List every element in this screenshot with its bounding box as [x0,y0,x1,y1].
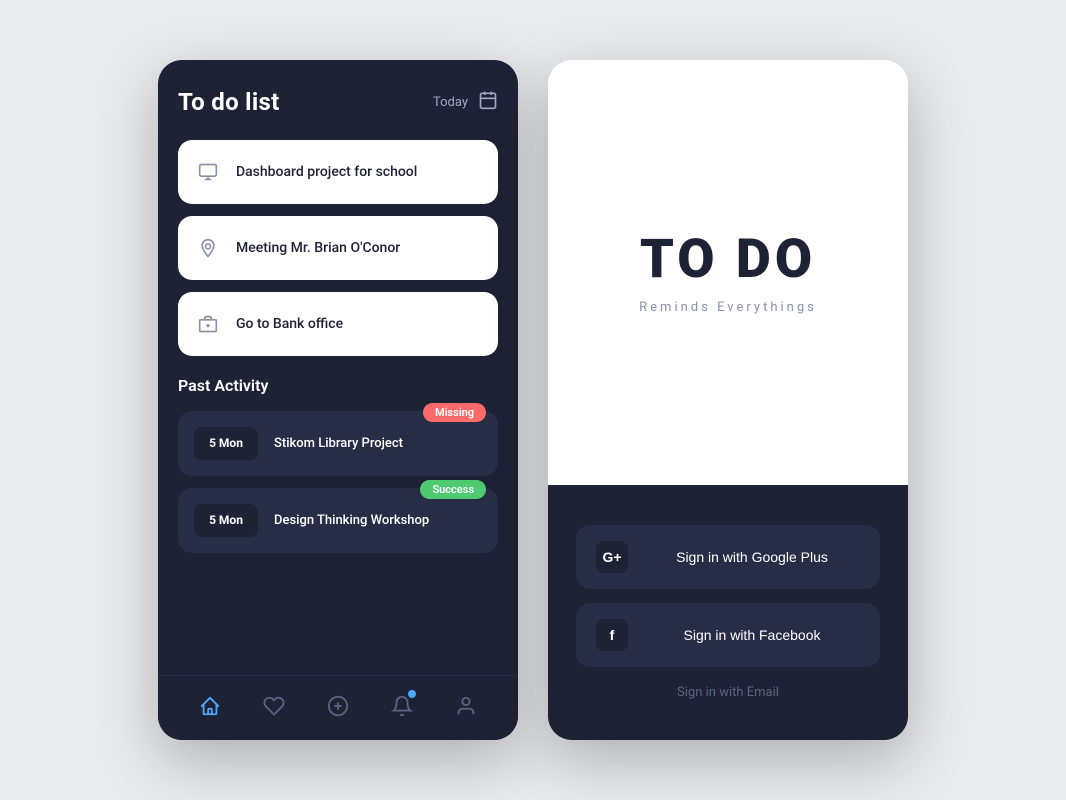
header-row: To do list Today [178,88,498,116]
activity-item-2[interactable]: Success 5 Mon Design Thinking Workshop [178,488,498,553]
activity-item-1[interactable]: Missing 5 Mon Stikom Library Project [178,411,498,476]
bottom-nav [158,675,518,740]
location-icon [194,234,222,262]
todo-item-2[interactable]: Meeting Mr. Brian O'Conor [178,216,498,280]
monitor-icon [194,158,222,186]
activity-row-2: 5 Mon Design Thinking Workshop [194,504,482,537]
missing-badge: Missing [423,403,486,422]
page-title: To do list [178,88,280,116]
activity-name-1: Stikom Library Project [274,436,403,451]
nav-home-icon[interactable] [192,688,228,724]
nav-add-icon[interactable] [320,688,356,724]
todo-text-3: Go to Bank office [236,316,343,332]
activity-name-2: Design Thinking Workshop [274,513,429,528]
today-label: Today [433,95,468,110]
activity-day-1: 5 Mon [194,427,258,460]
activity-row-1: 5 Mon Stikom Library Project [194,427,482,460]
google-icon: G+ [596,541,628,573]
signin-facebook-button[interactable]: f Sign in with Facebook [576,603,880,667]
todo-item-3[interactable]: Go to Bank office [178,292,498,356]
brand-title: TO DO [640,230,816,289]
nav-heart-icon[interactable] [256,688,292,724]
signin-google-label: Sign in with Google Plus [644,549,860,565]
calendar-icon[interactable] [478,90,498,115]
todo-text-1: Dashboard project for school [236,164,417,180]
brand-section: TO DO Reminds Everythings [548,60,908,485]
auth-buttons-section: G+ Sign in with Google Plus f Sign in wi… [548,485,908,740]
facebook-icon: f [596,619,628,651]
brand-subtitle: Reminds Everythings [639,300,817,315]
past-activity-title: Past Activity [178,376,498,395]
activity-day-2: 5 Mon [194,504,258,537]
todo-item-1[interactable]: Dashboard project for school [178,140,498,204]
notification-dot [408,690,416,698]
signin-email-link[interactable]: Sign in with Email [576,681,880,704]
todo-text-2: Meeting Mr. Brian O'Conor [236,240,400,256]
nav-profile-icon[interactable] [448,688,484,724]
auth-panel: TO DO Reminds Everythings G+ Sign in wit… [548,60,908,740]
header-right: Today [433,90,498,115]
bank-icon [194,310,222,338]
todo-panel: To do list Today [158,60,518,740]
signin-google-button[interactable]: G+ Sign in with Google Plus [576,525,880,589]
todo-content: To do list Today [158,60,518,675]
signin-facebook-label: Sign in with Facebook [644,627,860,643]
nav-bell-icon[interactable] [384,688,420,724]
success-badge: Success [420,480,486,499]
